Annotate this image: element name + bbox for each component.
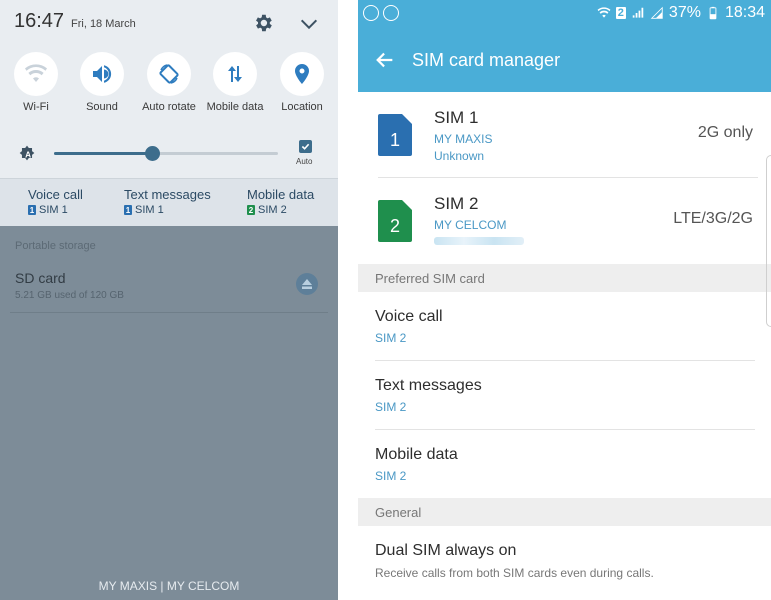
pref-value: SIM 2 xyxy=(375,469,407,483)
carrier-footer: MY MAXIS | MY CELCOM xyxy=(98,579,240,593)
clock: 16:47 xyxy=(14,10,65,32)
sim-manager-screen: 2 37% 18:34 SIM card manager 1 SIM 1 MY … xyxy=(358,0,771,600)
back-arrow-icon[interactable] xyxy=(374,49,396,71)
tile-sound[interactable]: Sound xyxy=(70,52,134,114)
sim-name: SIM 1 xyxy=(434,108,479,127)
brightness-auto-icon: A xyxy=(19,145,35,161)
sound-icon xyxy=(93,65,112,83)
wifi-icon xyxy=(597,7,611,18)
notification-panel: 16:47 Fri, 18 March Wi-Fi Sound Auto rot… xyxy=(0,0,338,600)
preferred-mobile-data[interactable]: Mobile data SIM 2 xyxy=(358,430,771,498)
auto-brightness-label: Auto xyxy=(296,157,313,166)
quick-settings: 16:47 Fri, 18 March Wi-Fi Sound Auto rot… xyxy=(0,0,338,226)
sim-carrier: MY MAXIS xyxy=(434,132,493,146)
divider xyxy=(10,312,328,313)
sim-shortcut-mobile-data[interactable]: Mobile data 2 SIM 2 xyxy=(247,187,314,216)
sim-shortcut-value: SIM 1 xyxy=(39,204,68,216)
dual-sim-always-on[interactable]: Dual SIM always on Receive calls from bo… xyxy=(358,526,771,594)
sim-1-row[interactable]: 1 SIM 1 MY MAXIS Unknown 2G only xyxy=(358,92,771,178)
tile-label: Mobile data xyxy=(206,101,264,113)
redacted-number xyxy=(434,237,524,245)
sim-shortcut-title: Text messages xyxy=(124,187,211,202)
section-header-label: Preferred SIM card xyxy=(375,271,485,286)
svg-text:A: A xyxy=(25,151,31,160)
sim-carrier: MY CELCOM xyxy=(434,218,507,232)
sim-name: SIM 2 xyxy=(434,194,479,213)
sim-card-icon: 2 xyxy=(378,200,412,242)
sim-shortcut-value: SIM 2 xyxy=(258,204,287,216)
pref-title: Voice call xyxy=(375,308,443,325)
brightness-slider[interactable] xyxy=(54,146,278,161)
status-time: 18:34 xyxy=(724,4,765,21)
settings-gear-icon[interactable] xyxy=(252,12,274,34)
app-bar: SIM card manager xyxy=(358,28,771,92)
pref-value: SIM 2 xyxy=(375,400,407,414)
section-header-preferred: Preferred SIM card xyxy=(358,264,771,292)
sim-shortcut-bar: Voice call 1 SIM 1 Text messages 1 SIM 1 M… xyxy=(0,178,338,226)
sim-shortcut-text-messages[interactable]: Text messages 1 SIM 1 xyxy=(124,187,211,216)
sim-badge: 1 xyxy=(28,205,36,215)
date: Fri, 18 March xyxy=(71,18,136,30)
preferred-voice-call[interactable]: Voice call SIM 2 xyxy=(358,292,771,360)
pref-title: Text messages xyxy=(375,377,482,394)
brightness-slider-thumb[interactable] xyxy=(145,146,161,161)
sim-shortcut-title: Mobile data xyxy=(247,187,315,202)
section-header-general: General xyxy=(358,498,771,526)
whatsapp-icon xyxy=(363,5,379,21)
eject-icon xyxy=(302,279,312,289)
sim-network-mode: LTE/3G/2G xyxy=(673,210,753,227)
signal-icon xyxy=(650,6,663,19)
location-icon xyxy=(295,64,309,84)
signal-icon xyxy=(632,7,644,18)
battery-percent: 37% xyxy=(668,4,701,21)
dual-sim-subtitle: Receive calls from both SIM cards even d… xyxy=(375,566,654,580)
tile-label: Wi-Fi xyxy=(23,101,49,113)
tile-mobile-data[interactable]: Mobile data xyxy=(203,52,267,114)
chevron-down-icon[interactable] xyxy=(298,13,320,35)
sim-shortcut-value: SIM 1 xyxy=(135,204,164,216)
sim-card-number: 2 xyxy=(390,216,400,236)
auto-brightness-checkbox[interactable] xyxy=(299,140,312,153)
sd-card-usage: 5.21 GB used of 120 GB xyxy=(15,290,124,301)
sim-status-badge: 2 xyxy=(615,7,626,19)
sim-card-icon: 1 xyxy=(378,114,412,156)
preferred-text-messages[interactable]: Text messages SIM 2 xyxy=(358,361,771,429)
check-icon xyxy=(301,143,310,150)
sim-shortcut-title: Voice call xyxy=(28,187,83,202)
sim-shortcut-voice-call[interactable]: Voice call 1 SIM 1 xyxy=(28,187,83,216)
section-header-label: General xyxy=(375,505,422,520)
battery-icon xyxy=(709,6,717,20)
status-bar: 2 37% 18:34 xyxy=(358,0,771,28)
shield-icon xyxy=(383,5,399,21)
tile-label: Sound xyxy=(86,101,118,113)
pref-value: SIM 2 xyxy=(375,331,407,345)
sim-card-number: 1 xyxy=(390,130,400,150)
page-title: SIM card manager xyxy=(412,50,561,70)
tile-label: Auto rotate xyxy=(142,101,196,113)
eject-button[interactable] xyxy=(296,273,318,295)
portable-storage-label: Portable storage xyxy=(15,240,96,252)
pref-title: Mobile data xyxy=(375,446,458,463)
tile-auto-rotate[interactable]: Auto rotate xyxy=(137,52,201,114)
sim-number: Unknown xyxy=(434,149,485,163)
mobile-data-icon xyxy=(228,66,242,82)
brightness-slider-fill xyxy=(54,152,153,155)
wifi-icon xyxy=(25,64,47,82)
tile-location[interactable]: Location xyxy=(270,52,334,114)
sim-network-mode: 2G only xyxy=(697,124,753,141)
tile-label: Location xyxy=(281,101,323,113)
sim-badge: 2 xyxy=(247,205,255,215)
sim-badge: 1 xyxy=(124,205,132,215)
sim-2-row[interactable]: 2 SIM 2 MY CELCOM LTE/3G/2G xyxy=(358,178,771,264)
sd-card-title[interactable]: SD card xyxy=(15,270,66,286)
dual-sim-title: Dual SIM always on xyxy=(375,542,517,559)
auto-rotate-icon xyxy=(159,64,179,84)
edge-panel-handle[interactable] xyxy=(766,155,771,327)
tile-wifi[interactable]: Wi-Fi xyxy=(4,52,68,114)
